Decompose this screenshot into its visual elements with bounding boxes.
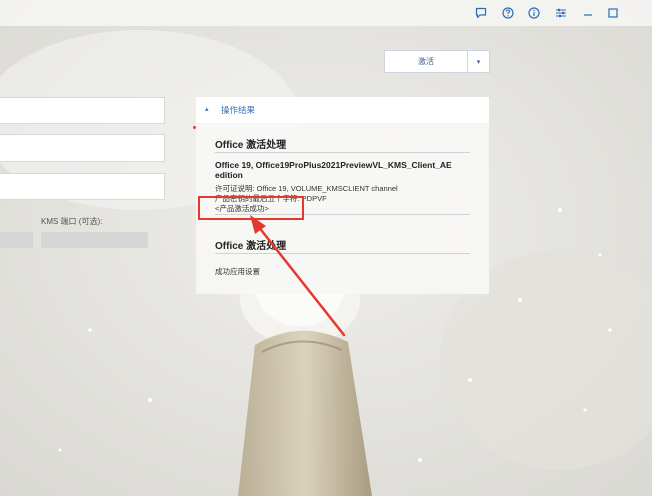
config-input-1[interactable] [0,97,165,124]
minimize-icon[interactable] [579,4,597,22]
chevron-up-icon: ▴ [205,106,209,113]
activate-button[interactable]: 激活 [385,51,467,72]
title-bar [0,0,652,26]
settings-icon[interactable] [552,4,570,22]
product-name: Office 19, Office19ProPlus2021PreviewVL_… [215,160,452,180]
chat-icon[interactable] [472,4,490,22]
apply-settings-status: 成功应用设置 [215,267,260,276]
info-icon[interactable] [525,4,543,22]
maximize-icon[interactable] [604,4,622,22]
section-title: Office 激活处理 [215,241,287,252]
kms-port-label: KMS 端口 (可选): [41,217,103,226]
activate-button-group: 激活 ▾ [384,50,490,73]
config-input-3[interactable] [0,173,165,200]
highlight-box [198,196,304,220]
result-panel-header[interactable]: ▴ 操作结果 [196,97,489,123]
divider [215,152,470,153]
activate-dropdown-button[interactable]: ▾ [467,51,489,72]
config-input-2[interactable] [0,134,165,162]
chevron-down-icon: ▾ [476,58,481,66]
disabled-field [0,232,33,248]
divider [215,253,470,254]
result-panel-title: 操作结果 [221,105,256,115]
help-icon[interactable] [499,4,517,22]
kms-port-field [41,232,148,248]
section-title: Office 激活处理 [215,140,287,151]
